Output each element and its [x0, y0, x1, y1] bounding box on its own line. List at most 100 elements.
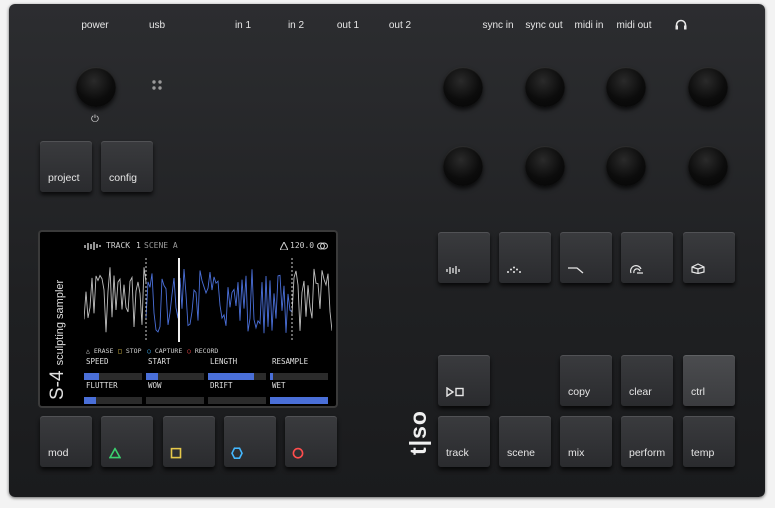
- link-icon: [317, 242, 328, 250]
- clear-button-label: clear: [629, 386, 652, 398]
- triangle-button[interactable]: [101, 416, 153, 467]
- port-label-in1: in 1: [234, 20, 252, 31]
- ctrl-button-label: ctrl: [691, 386, 705, 398]
- param-bar: [146, 397, 204, 404]
- param-bar-fill: [84, 397, 96, 404]
- mix-button-label: mix: [568, 447, 585, 459]
- mode-capture: ○ CAPTURE: [147, 347, 182, 355]
- device-subtitle: sculpting sampler: [54, 279, 66, 366]
- mode-stop: □ STOP: [118, 347, 142, 355]
- temp-button[interactable]: temp: [683, 416, 735, 467]
- param-wow: WOW: [146, 380, 204, 407]
- play-stop-button[interactable]: [438, 355, 490, 406]
- mode-capture-label: CAPTURE: [154, 347, 183, 355]
- param-name: WET: [272, 381, 286, 390]
- ctrl-button[interactable]: ctrl: [683, 355, 735, 406]
- project-button[interactable]: project: [40, 141, 92, 192]
- knob-3[interactable]: [606, 67, 646, 107]
- waveform-icon: [446, 266, 460, 274]
- circle-button[interactable]: [285, 416, 337, 467]
- param-speed: SPEED: [84, 356, 142, 383]
- param-bar: [270, 373, 328, 380]
- knob-4[interactable]: [688, 67, 728, 107]
- temp-button-label: temp: [691, 447, 715, 459]
- port-label-usb: usb: [148, 20, 166, 31]
- knob-1[interactable]: [443, 67, 483, 107]
- waveform-trace: [84, 267, 147, 333]
- dots-key[interactable]: [499, 232, 551, 283]
- port-label-in2: in 2: [287, 20, 305, 31]
- mode-record: ○ RECORD: [187, 347, 218, 355]
- param-name: LENGTH: [210, 357, 238, 366]
- param-bar-fill: [208, 373, 255, 380]
- param-wet: WET: [270, 380, 328, 407]
- square-icon: [170, 447, 182, 459]
- perform-button-label: perform: [629, 447, 666, 459]
- cube-key[interactable]: [683, 232, 735, 283]
- play-stop-icon: [446, 387, 464, 397]
- param-bar-fill: [84, 373, 99, 380]
- fx-key[interactable]: [621, 232, 673, 283]
- filter-key[interactable]: [560, 232, 612, 283]
- knob-2[interactable]: [525, 67, 565, 107]
- hexagon-icon: [231, 447, 243, 460]
- param-bar: [84, 397, 142, 404]
- perform-button[interactable]: perform: [621, 416, 673, 467]
- waveform-display: [84, 258, 332, 342]
- circle-icon: [292, 447, 304, 459]
- microphone-icon: [152, 80, 162, 90]
- param-bar: [84, 373, 142, 380]
- mode-record-circle-icon: ○: [187, 347, 191, 355]
- param-length: LENGTH: [208, 356, 266, 383]
- track-label: TRACK: [106, 241, 131, 250]
- port-label-sync-out: sync out: [525, 20, 563, 31]
- mode-capture-hex-icon: ○: [147, 347, 151, 355]
- scene-label: SCENE A: [144, 241, 178, 250]
- device-name-vertical: S-4 sculpting sampler: [47, 280, 69, 400]
- config-button-label: config: [109, 172, 138, 184]
- port-label-midi-out: midi out: [616, 20, 652, 31]
- scene-button[interactable]: scene: [499, 416, 551, 467]
- mode-record-label: RECORD: [194, 347, 219, 355]
- waveform-trace: [145, 268, 293, 334]
- hexagon-button[interactable]: [224, 416, 276, 467]
- track-button[interactable]: track: [438, 416, 490, 467]
- param-bar: [270, 397, 328, 404]
- port-label-out1: out 1: [336, 20, 360, 31]
- param-bar-fill: [270, 373, 273, 380]
- mod-button[interactable]: mod: [40, 416, 92, 467]
- knob-6[interactable]: [525, 146, 565, 186]
- waveform-trace: [291, 268, 332, 331]
- port-label-power: power: [81, 20, 109, 31]
- square-button[interactable]: [163, 416, 215, 467]
- copy-button[interactable]: copy: [560, 355, 612, 406]
- power-knob[interactable]: [76, 67, 116, 107]
- param-name: RESAMPLE: [272, 357, 309, 366]
- param-name: WOW: [148, 381, 162, 390]
- device-name: S-4: [47, 370, 68, 400]
- dots-icon: [507, 266, 521, 273]
- param-name: SPEED: [86, 357, 109, 366]
- track-button-label: track: [446, 447, 469, 459]
- param-name: FLUTTER: [86, 381, 118, 390]
- track-waveform-key[interactable]: [438, 232, 490, 283]
- knob-7[interactable]: [606, 146, 646, 186]
- param-name: START: [148, 357, 171, 366]
- clear-button[interactable]: clear: [621, 355, 673, 406]
- mode-stop-label: STOP: [125, 347, 142, 355]
- config-button[interactable]: config: [101, 141, 153, 192]
- param-start: START: [146, 356, 204, 383]
- mix-button[interactable]: mix: [560, 416, 612, 467]
- tempo-value: 120.0: [290, 241, 315, 250]
- port-label-midi-in: midi in: [574, 20, 604, 31]
- param-resample: RESAMPLE: [270, 356, 328, 383]
- copy-button-label: copy: [568, 386, 591, 398]
- knob-5[interactable]: [443, 146, 483, 186]
- param-flutter: FLUTTER: [84, 380, 142, 407]
- project-button-label: project: [48, 172, 80, 184]
- headphones-icon: [675, 19, 687, 30]
- mod-button-label: mod: [48, 447, 69, 459]
- fx-loop-icon: [630, 265, 643, 274]
- param-drift: DRIFT: [208, 380, 266, 407]
- knob-8[interactable]: [688, 146, 728, 186]
